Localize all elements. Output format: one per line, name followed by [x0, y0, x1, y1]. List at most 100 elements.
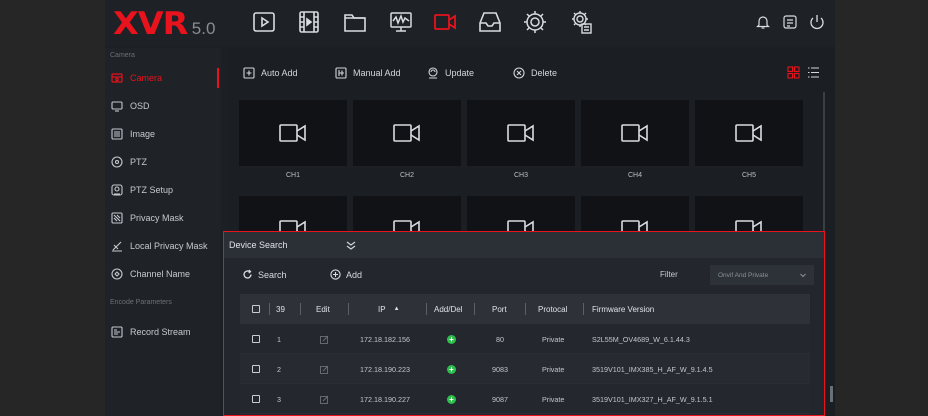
count-header: 39	[276, 304, 285, 314]
channel-name-icon	[111, 268, 123, 280]
row-port: 9087	[492, 394, 508, 404]
manual-add-button[interactable]: Manual Add	[335, 67, 401, 79]
power-icon[interactable]	[808, 13, 826, 31]
auto-add-button[interactable]: Auto Add	[243, 67, 298, 79]
add-device-icon[interactable]: +	[447, 334, 456, 344]
column-divider	[426, 303, 427, 315]
sidebar-item-label: OSD	[130, 101, 150, 111]
edit-icon[interactable]	[320, 395, 329, 404]
edit-header: Edit	[316, 304, 330, 314]
camera-icon	[111, 72, 123, 84]
channel-tile[interactable]: CH4	[581, 100, 689, 179]
add-button[interactable]: Add	[330, 269, 362, 280]
sidebar-item-ptz-setup[interactable]: PTZ Setup	[105, 176, 221, 204]
sidebar-section-camera: Camera	[110, 52, 135, 59]
search-button[interactable]: Search	[242, 269, 287, 280]
delete-circle-icon	[513, 67, 525, 79]
list-view-icon[interactable]	[807, 66, 820, 79]
sidebar-item-label: Privacy Mask	[130, 213, 184, 223]
row-protocol: Private	[542, 334, 565, 344]
auto-add-label: Auto Add	[261, 68, 298, 78]
table-scrollbar[interactable]	[830, 386, 833, 402]
sidebar-item-osd[interactable]: OSD	[105, 92, 221, 120]
channel-tile[interactable]: CH5	[695, 100, 803, 179]
device-search-header[interactable]: Device Search	[224, 232, 824, 258]
folder-icon[interactable]	[342, 9, 368, 35]
row-checkbox[interactable]	[252, 395, 260, 403]
camera-toolbar: Auto Add Manual Add Update Delete	[237, 64, 827, 84]
notes-icon[interactable]	[781, 13, 799, 31]
sidebar-item-record-stream[interactable]: Record Stream	[105, 318, 221, 346]
grid-scrollbar[interactable]	[823, 92, 825, 232]
delete-label: Delete	[531, 68, 558, 78]
channel-label: CH4	[627, 172, 642, 179]
protocol-header: Protocal	[538, 304, 568, 314]
record-stream-icon	[111, 326, 123, 338]
row-protocol: Private	[542, 364, 565, 374]
row-number: 3	[277, 394, 281, 404]
row-ip: 172.18.182.156	[360, 334, 410, 344]
video-clip-icon[interactable]	[296, 9, 322, 35]
edit-icon[interactable]	[320, 335, 329, 344]
manual-add-icon	[335, 67, 347, 79]
sidebar-item-ptz[interactable]: PTZ	[105, 148, 221, 176]
sidebar-item-label: PTZ Setup	[130, 185, 174, 195]
table-row[interactable]: 2 172.18.190.223 + 9083 Private 3519V101…	[240, 354, 810, 384]
collapse-chevron-icon[interactable]	[344, 238, 358, 252]
sidebar-item-label: PTZ	[130, 157, 147, 167]
playback-icon[interactable]	[251, 9, 277, 35]
channel-preview	[239, 100, 347, 166]
row-ip: 172.18.190.223	[360, 364, 410, 374]
sidebar-item-channel-name[interactable]: Channel Name	[105, 260, 221, 288]
storage-icon[interactable]	[477, 9, 503, 35]
sidebar-item-image[interactable]: Image	[105, 120, 221, 148]
analytics-monitor-icon[interactable]	[388, 9, 414, 35]
row-number: 1	[277, 334, 281, 344]
ptz-icon	[111, 156, 123, 168]
bell-icon[interactable]	[754, 13, 772, 31]
add-device-icon[interactable]: +	[447, 364, 456, 374]
update-button[interactable]: Update	[427, 67, 474, 79]
sidebar-item-local-privacy-mask[interactable]: Local Privacy Mask	[105, 232, 221, 260]
row-port: 80	[496, 334, 504, 344]
firmware-header: Firmware Version	[592, 304, 655, 314]
filter-label: Filter	[660, 270, 678, 279]
monitor-icon	[111, 100, 123, 112]
channel-tile[interactable]: CH2	[353, 100, 461, 179]
filter-select[interactable]: Onvif And Private	[710, 265, 814, 285]
row-protocol: Private	[542, 394, 565, 404]
grid-view-icon[interactable]	[787, 66, 800, 79]
row-checkbox[interactable]	[252, 365, 260, 373]
ptz-setup-icon	[111, 184, 123, 196]
channel-tile[interactable]: CH1	[239, 100, 347, 179]
edit-icon[interactable]	[320, 365, 329, 374]
camera-icon	[621, 124, 648, 142]
sidebar-item-label: Local Privacy Mask	[130, 241, 208, 251]
camera-icon	[279, 124, 306, 142]
column-divider	[474, 303, 475, 315]
row-checkbox[interactable]	[252, 335, 260, 343]
table-row[interactable]: 1 172.18.182.156 + 80 Private S2L55M_OV4…	[240, 324, 810, 354]
select-all-checkbox[interactable]	[252, 305, 260, 313]
ip-header[interactable]: IP ▲	[378, 294, 400, 324]
sidebar-item-camera[interactable]: Camera	[105, 64, 221, 92]
add-device-icon[interactable]: +	[447, 394, 456, 404]
settings-gear-icon[interactable]	[522, 9, 548, 35]
table-row[interactable]: 3 172.18.190.227 + 9087 Private 3519V101…	[240, 384, 810, 414]
channel-tile[interactable]: CH3	[467, 100, 575, 179]
sidebar-item-label: Record Stream	[130, 327, 191, 337]
local-privacy-mask-icon	[111, 240, 123, 252]
logo-version: 5.0	[191, 19, 216, 38]
sort-up-icon: ▲	[393, 306, 400, 312]
camera-icon[interactable]	[432, 9, 458, 35]
add-box-icon	[243, 67, 255, 79]
sidebar-section-encode: Encode Parameters	[110, 299, 172, 306]
add-circle-icon	[330, 269, 341, 280]
update-icon	[427, 67, 439, 79]
row-firmware: 3519V101_IMX327_H_AF_W_9.1.5.1	[592, 394, 713, 404]
sidebar-item-privacy-mask[interactable]: Privacy Mask	[105, 204, 221, 232]
camera-icon	[507, 124, 534, 142]
delete-button[interactable]: Delete	[513, 67, 557, 79]
camera-icon	[735, 124, 762, 142]
system-settings-icon[interactable]	[568, 9, 594, 35]
